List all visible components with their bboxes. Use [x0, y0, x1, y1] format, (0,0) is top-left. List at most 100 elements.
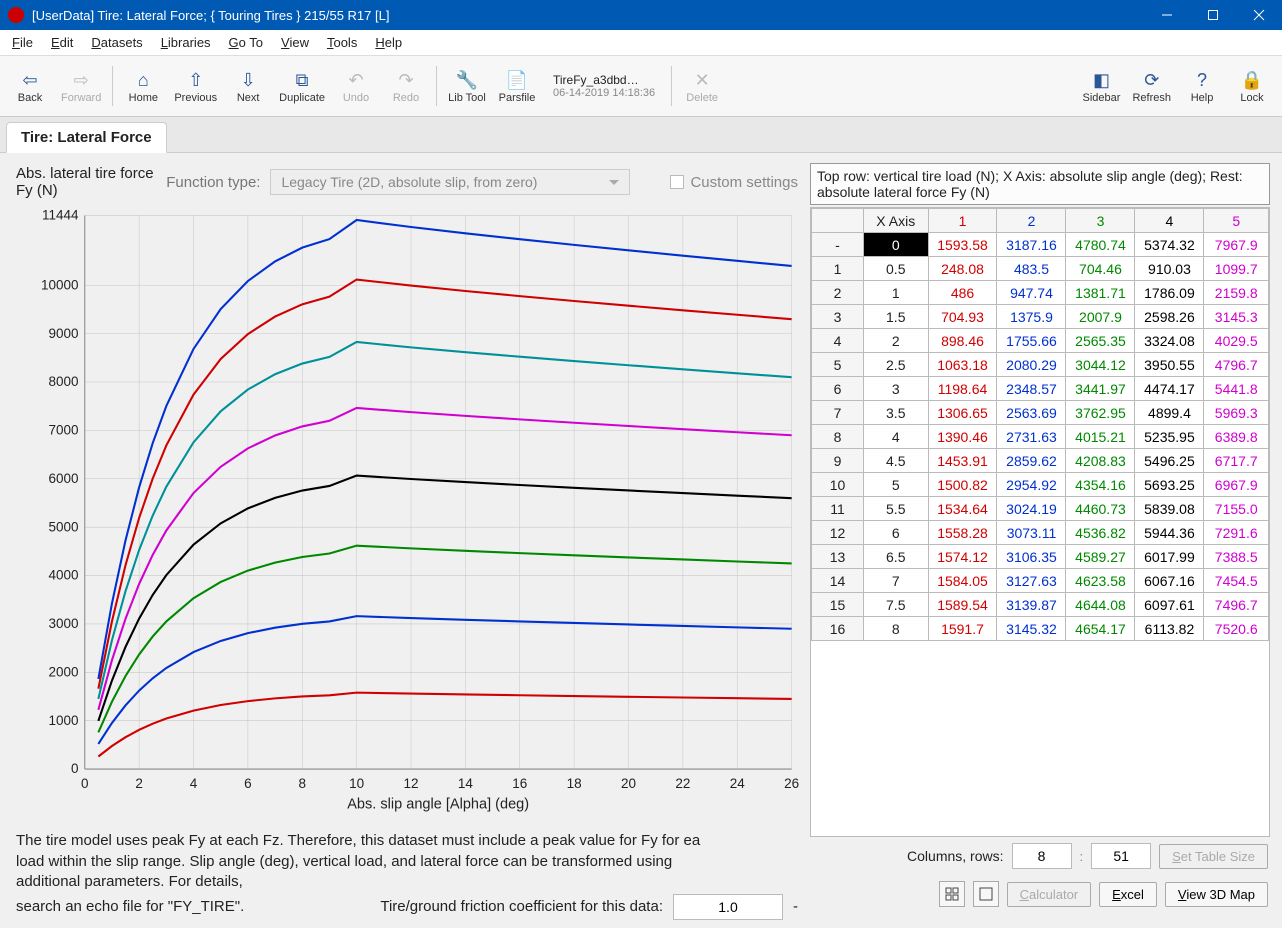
calculator-button[interactable]: Calculator — [1007, 882, 1092, 907]
libtool-button[interactable]: 🔧Lib Tool — [443, 60, 491, 112]
table-cell[interactable]: 4015.21 — [1066, 425, 1135, 449]
table-cell[interactable]: 3441.97 — [1066, 377, 1135, 401]
table-cell[interactable]: 1198.64 — [928, 377, 997, 401]
home-button[interactable]: ⌂Home — [119, 60, 167, 112]
col-header[interactable]: X Axis — [864, 209, 929, 233]
table-cell[interactable]: 2.5 — [864, 353, 929, 377]
table-cell[interactable]: 0.5 — [864, 257, 929, 281]
table-cell[interactable]: 4899.4 — [1135, 401, 1204, 425]
table-cell[interactable]: 1.5 — [864, 305, 929, 329]
table-cell[interactable]: 6 — [864, 521, 929, 545]
table-cell[interactable]: 7 — [864, 569, 929, 593]
menu-tools[interactable]: Tools — [319, 32, 365, 53]
row-header[interactable]: 12 — [812, 521, 864, 545]
table-cell[interactable]: 2348.57 — [997, 377, 1066, 401]
table-cell[interactable]: 1306.65 — [928, 401, 997, 425]
table-cell[interactable]: 248.08 — [928, 257, 997, 281]
table-cell[interactable]: 4536.82 — [1066, 521, 1135, 545]
table-cell[interactable]: 1589.54 — [928, 593, 997, 617]
table-cell[interactable]: 3.5 — [864, 401, 929, 425]
table-cell[interactable]: 1584.05 — [928, 569, 997, 593]
col-header[interactable]: 1 — [928, 209, 997, 233]
friction-input[interactable] — [673, 894, 783, 920]
col-header[interactable]: 5 — [1204, 209, 1269, 233]
table-cell[interactable]: 2954.92 — [997, 473, 1066, 497]
single-view-button[interactable] — [973, 881, 999, 907]
custom-settings-checkbox[interactable]: Custom settings — [670, 174, 798, 191]
table-cell[interactable]: 1381.71 — [1066, 281, 1135, 305]
table-cell[interactable]: 2859.62 — [997, 449, 1066, 473]
row-header[interactable]: 8 — [812, 425, 864, 449]
table-cell[interactable]: 4780.74 — [1066, 233, 1135, 257]
duplicate-button[interactable]: ⧉Duplicate — [274, 60, 330, 112]
table-cell[interactable]: 1 — [864, 281, 929, 305]
table-cell[interactable]: 1500.82 — [928, 473, 997, 497]
table-cell[interactable]: 5944.36 — [1135, 521, 1204, 545]
row-header[interactable]: 9 — [812, 449, 864, 473]
table-cell[interactable]: 4654.17 — [1066, 617, 1135, 641]
redo-button[interactable]: ↷Redo — [382, 60, 430, 112]
table-cell[interactable]: 4623.58 — [1066, 569, 1135, 593]
table-cell[interactable]: 7520.6 — [1204, 617, 1269, 641]
menu-datasets[interactable]: Datasets — [83, 32, 150, 53]
table-cell[interactable]: 1574.12 — [928, 545, 997, 569]
table-cell[interactable]: 1063.18 — [928, 353, 997, 377]
next-button[interactable]: ⇩Next — [224, 60, 272, 112]
table-cell[interactable]: 3106.35 — [997, 545, 1066, 569]
table-cell[interactable]: 2 — [864, 329, 929, 353]
table-cell[interactable]: 5693.25 — [1135, 473, 1204, 497]
lock-button[interactable]: 🔒Lock — [1228, 60, 1276, 112]
table-cell[interactable]: 2563.69 — [997, 401, 1066, 425]
sidebar-button[interactable]: ◧Sidebar — [1077, 60, 1125, 112]
table-cell[interactable]: 3950.55 — [1135, 353, 1204, 377]
view-3d-map-button[interactable]: View 3D Map — [1165, 882, 1268, 907]
previous-button[interactable]: ⇧Previous — [169, 60, 222, 112]
undo-button[interactable]: ↶Undo — [332, 60, 380, 112]
parsfile-button[interactable]: 📄Parsfile — [493, 60, 541, 112]
table-cell[interactable]: 1786.09 — [1135, 281, 1204, 305]
table-cell[interactable]: 8 — [864, 617, 929, 641]
menu-file[interactable]: File — [4, 32, 41, 53]
table-cell[interactable]: 7155.0 — [1204, 497, 1269, 521]
table-cell[interactable]: 1755.66 — [997, 329, 1066, 353]
table-cell[interactable]: 6389.8 — [1204, 425, 1269, 449]
table-cell[interactable]: 4 — [864, 425, 929, 449]
data-table-scroll[interactable]: X Axis12345-01593.583187.164780.745374.3… — [810, 207, 1270, 837]
refresh-button[interactable]: ⟳Refresh — [1127, 60, 1176, 112]
table-cell[interactable]: 1534.64 — [928, 497, 997, 521]
row-header[interactable]: 16 — [812, 617, 864, 641]
table-cell[interactable]: 7.5 — [864, 593, 929, 617]
table-cell[interactable]: 2007.9 — [1066, 305, 1135, 329]
table-cell[interactable]: 2731.63 — [997, 425, 1066, 449]
excel-button[interactable]: Excel — [1099, 882, 1157, 907]
table-cell[interactable]: 3073.11 — [997, 521, 1066, 545]
table-cell[interactable]: 1453.91 — [928, 449, 997, 473]
table-cell[interactable]: 1558.28 — [928, 521, 997, 545]
table-cell[interactable]: 7496.7 — [1204, 593, 1269, 617]
table-cell[interactable]: 3127.63 — [997, 569, 1066, 593]
table-cell[interactable]: 7454.5 — [1204, 569, 1269, 593]
table-cell[interactable]: 1099.7 — [1204, 257, 1269, 281]
table-cell[interactable]: 947.74 — [997, 281, 1066, 305]
row-header[interactable]: 14 — [812, 569, 864, 593]
table-cell[interactable]: 7388.5 — [1204, 545, 1269, 569]
table-cell[interactable]: 483.5 — [997, 257, 1066, 281]
row-header[interactable]: 10 — [812, 473, 864, 497]
table-cell[interactable]: 2159.8 — [1204, 281, 1269, 305]
table-cell[interactable]: 4354.16 — [1066, 473, 1135, 497]
table-cell[interactable]: 2565.35 — [1066, 329, 1135, 353]
table-cell[interactable]: 7291.6 — [1204, 521, 1269, 545]
close-button[interactable] — [1236, 0, 1282, 30]
table-cell[interactable]: 5969.3 — [1204, 401, 1269, 425]
table-cell[interactable]: 3762.95 — [1066, 401, 1135, 425]
table-cell[interactable]: 5235.95 — [1135, 425, 1204, 449]
col-header[interactable]: 4 — [1135, 209, 1204, 233]
table-cell[interactable]: 1591.7 — [928, 617, 997, 641]
table-cell[interactable]: 2080.29 — [997, 353, 1066, 377]
table-cell[interactable]: 5441.8 — [1204, 377, 1269, 401]
table-cell[interactable]: 1390.46 — [928, 425, 997, 449]
table-cell[interactable]: 5 — [864, 473, 929, 497]
row-header[interactable]: - — [812, 233, 864, 257]
table-cell[interactable]: 898.46 — [928, 329, 997, 353]
table-cell[interactable]: 5839.08 — [1135, 497, 1204, 521]
